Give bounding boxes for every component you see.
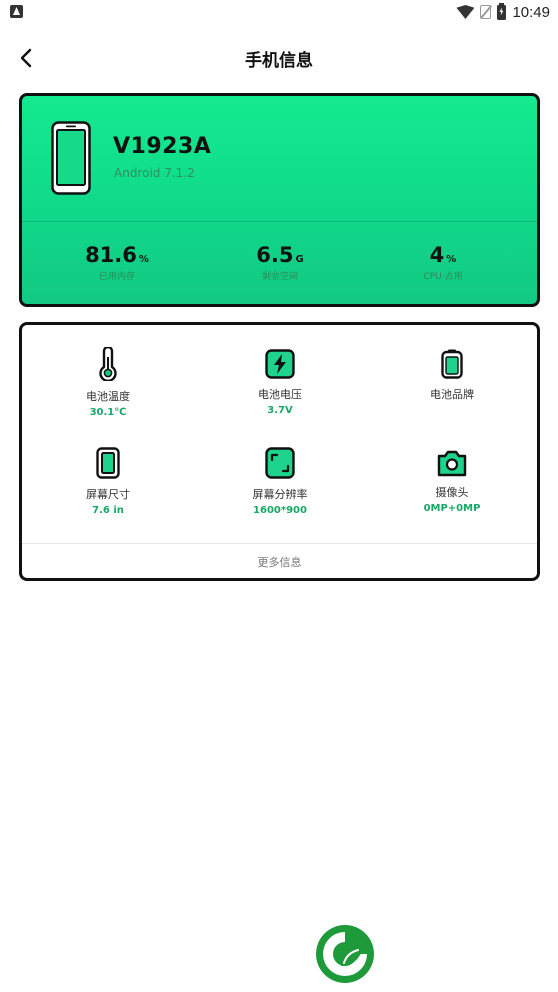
- wifi-icon: [456, 5, 475, 19]
- info-label: 电池温度: [86, 390, 130, 403]
- status-icons: 10:49: [456, 2, 550, 22]
- info-label: 电池电压: [258, 388, 302, 401]
- status-time: 10:49: [512, 3, 550, 21]
- stat-label: CPU 占用: [423, 272, 463, 282]
- stat-unit: G: [295, 254, 304, 265]
- info-value: 3.7V: [267, 405, 293, 416]
- info-label: 摄像头: [435, 486, 469, 499]
- device-info-card: 电池温度 30.1℃ 电池电压 3.7V 电池品牌 屏幕尺寸 7.6 in 屏幕…: [19, 322, 540, 581]
- battery-charging-icon: [497, 2, 507, 20]
- page-title: 手机信息: [245, 51, 313, 71]
- device-model: V1923A: [113, 134, 212, 159]
- info-battery-voltage: 电池电压 3.7V: [210, 349, 350, 416]
- divider: [22, 221, 537, 222]
- stat-value: 4: [429, 243, 445, 267]
- battery-brand-icon: [441, 349, 463, 379]
- info-label: 电池品牌: [430, 388, 474, 401]
- camera-icon: [437, 450, 467, 477]
- stat-free-space: 6.5 G 剩余空间: [200, 243, 360, 282]
- os-version: Android 7.1.2: [114, 166, 195, 180]
- stat-unit: %: [138, 254, 149, 265]
- info-value: 0MP+0MP: [423, 503, 481, 514]
- app-header: 手机信息: [0, 36, 558, 80]
- notification-a-icon: [10, 5, 23, 18]
- info-label: 屏幕尺寸: [86, 488, 130, 501]
- screen-size-icon: [96, 447, 120, 479]
- info-battery-temperature: 电池温度 30.1℃: [38, 347, 178, 418]
- info-value: 1600*900: [253, 505, 307, 516]
- info-screen-size: 屏幕尺寸 7.6 in: [38, 447, 178, 516]
- no-sim-icon: [480, 5, 492, 19]
- app-logo-icon: [316, 925, 374, 983]
- stat-label: 已用内存: [98, 272, 135, 282]
- more-info-button[interactable]: 更多信息: [22, 554, 537, 570]
- info-value: 7.6 in: [92, 505, 124, 516]
- divider: [22, 543, 537, 544]
- info-camera: 摄像头 0MP+0MP: [382, 449, 522, 514]
- stat-value: 6.5: [256, 243, 294, 267]
- info-value: 30.1℃: [89, 407, 127, 418]
- screen-resolution-icon: [265, 447, 295, 479]
- device-overview-card: V1923A Android 7.1.2 81.6% 已用内存 6.5 G 剩余空…: [19, 93, 540, 307]
- phone-icon: [51, 121, 91, 195]
- status-bar: 10:49: [0, 0, 558, 24]
- stat-value: 81.6: [85, 243, 137, 267]
- stat-memory-used: 81.6% 已用内存: [37, 243, 197, 282]
- stat-label: 剩余空间: [261, 272, 298, 282]
- thermometer-icon: [99, 347, 117, 381]
- info-label: 屏幕分辨率: [252, 488, 308, 501]
- battery-voltage-icon: [265, 349, 295, 379]
- info-screen-resolution: 屏幕分辨率 1600*900: [210, 447, 350, 516]
- stat-cpu-usage: 4% CPU 占用: [363, 243, 523, 282]
- stat-unit: %: [446, 254, 457, 265]
- info-battery-brand: 电池品牌: [382, 349, 522, 405]
